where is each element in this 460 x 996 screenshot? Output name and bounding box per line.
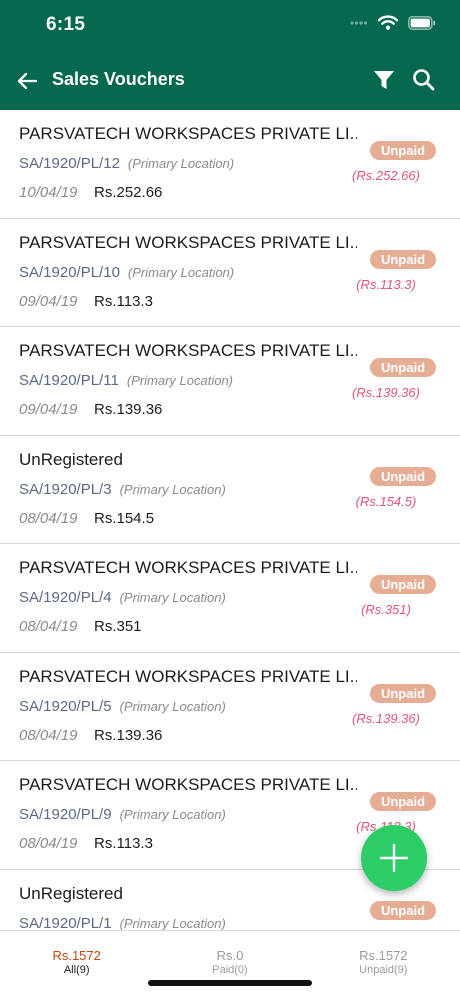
voucher-number-line: SA/1920/PL/12 (Primary Location) xyxy=(19,155,234,172)
voucher-number: SA/1920/PL/11 xyxy=(19,372,119,389)
voucher-amount: Rs.154.5 xyxy=(94,509,155,527)
home-indicator xyxy=(148,980,312,986)
tab-label: All(9) xyxy=(63,964,90,976)
voucher-date: 08/04/19 xyxy=(19,726,78,744)
search-icon xyxy=(413,69,435,91)
voucher-amount: Rs.113.3 xyxy=(94,835,153,852)
tab-label: Unpaid(9) xyxy=(359,964,408,976)
status-badge: Unpaid xyxy=(370,141,436,160)
voucher-number-line: SA/1920/PL/11 (Primary Location) xyxy=(19,372,233,389)
party-name: PARSVATECH WORKSPACES PRIVATE LI... xyxy=(19,666,357,686)
status-badge: Unpaid xyxy=(370,792,436,811)
party-name: PARSVATECH WORKSPACES PRIVATE LI... xyxy=(19,775,357,794)
back-arrow-icon xyxy=(17,72,38,90)
voucher-location: (Primary Location) xyxy=(127,156,235,171)
voucher-date: 10/04/19 xyxy=(19,184,78,201)
wifi-icon xyxy=(377,15,399,35)
voucher-number: SA/1920/PL/1 xyxy=(19,914,112,931)
back-button[interactable] xyxy=(14,67,42,95)
voucher-number: SA/1920/PL/10 xyxy=(19,263,120,281)
cellular-signal-icon xyxy=(350,16,368,34)
due-amount: (Rs.154.5) xyxy=(355,493,417,509)
voucher-number-line: SA/1920/PL/9 (Primary Location) xyxy=(19,806,226,823)
voucher-row[interactable]: PARSVATECH WORKSPACES PRIVATE LI... SA/1… xyxy=(0,544,460,653)
voucher-date: 08/04/19 xyxy=(19,509,78,527)
voucher-number-line: SA/1920/PL/1 (Primary Location) xyxy=(19,915,226,931)
status-icons xyxy=(350,15,436,35)
bottom-tab-bar: Rs.1572 All(9) Rs.0 Paid(0) Rs.1572 Unpa… xyxy=(0,930,460,996)
battery-icon xyxy=(408,15,436,35)
plus-icon xyxy=(379,843,409,873)
voucher-row[interactable]: PARSVATECH WORKSPACES PRIVATE LI... SA/1… xyxy=(0,652,460,761)
voucher-row[interactable]: PARSVATECH WORKSPACES PRIVATE LI... SA/1… xyxy=(0,218,460,327)
voucher-location: (Primary Location) xyxy=(119,698,226,714)
status-time: 6:15 xyxy=(46,14,86,35)
voucher-number: SA/1920/PL/9 xyxy=(19,806,112,823)
voucher-amount: Rs.113.3 xyxy=(94,292,153,310)
voucher-location: (Primary Location) xyxy=(119,807,226,822)
toolbar: Sales Vouchers xyxy=(0,52,460,110)
voucher-number: SA/1920/PL/5 xyxy=(19,697,112,715)
voucher-amount: Rs.252.66 xyxy=(94,184,163,201)
voucher-list[interactable]: PARSVATECH WORKSPACES PRIVATE LI... SA/1… xyxy=(0,110,460,930)
search-button[interactable] xyxy=(410,66,438,94)
due-amount: (Rs.252.66) xyxy=(352,168,420,183)
voucher-date: 08/04/19 xyxy=(19,618,78,635)
party-name: PARSVATECH WORKSPACES PRIVATE LI... xyxy=(19,558,357,577)
voucher-number: SA/1920/PL/4 xyxy=(19,589,112,606)
due-amount: (Rs.139.36) xyxy=(352,385,420,400)
voucher-number: SA/1920/PL/12 xyxy=(19,155,120,172)
status-badge: Unpaid xyxy=(370,358,436,377)
add-voucher-button[interactable] xyxy=(361,825,427,891)
party-name: UnRegistered xyxy=(19,883,123,903)
voucher-row[interactable]: PARSVATECH WORKSPACES PRIVATE LI... SA/1… xyxy=(0,110,460,219)
voucher-amount: Rs.139.36 xyxy=(94,726,163,744)
voucher-location: (Primary Location) xyxy=(119,590,226,605)
tab-label: Paid(0) xyxy=(212,964,248,976)
voucher-row[interactable]: PARSVATECH WORKSPACES PRIVATE LI... SA/1… xyxy=(0,327,460,436)
page-title: Sales Vouchers xyxy=(52,69,185,89)
voucher-row[interactable]: UnRegistered SA/1920/PL/3 (Primary Locati… xyxy=(0,435,460,544)
voucher-number-line: SA/1920/PL/10 (Primary Location) xyxy=(19,264,234,281)
status-badge: Unpaid xyxy=(370,575,436,594)
voucher-number-line: SA/1920/PL/5 (Primary Location) xyxy=(19,698,226,715)
voucher-location: (Primary Location) xyxy=(126,373,234,388)
voucher-number: SA/1920/PL/3 xyxy=(19,480,112,498)
voucher-amount: Rs.139.36 xyxy=(94,401,163,418)
voucher-location: (Primary Location) xyxy=(119,481,226,497)
tab-all[interactable]: Rs.1572 All(9) xyxy=(0,931,153,996)
voucher-number-line: SA/1920/PL/4 (Primary Location) xyxy=(19,589,226,606)
filter-icon xyxy=(374,71,394,89)
status-badge: Unpaid xyxy=(370,900,436,920)
voucher-date: 09/04/19 xyxy=(19,292,78,310)
voucher-amount: Rs.351 xyxy=(94,618,142,635)
status-badge: Unpaid xyxy=(370,466,436,486)
due-amount: (Rs.113.3) xyxy=(356,276,416,292)
party-name: PARSVATECH WORKSPACES PRIVATE LI... xyxy=(19,232,357,252)
voucher-number-line: SA/1920/PL/3 (Primary Location) xyxy=(19,481,226,498)
status-badge: Unpaid xyxy=(370,683,436,703)
party-name: PARSVATECH WORKSPACES PRIVATE LI... xyxy=(19,124,357,143)
app-header: 6:15 Sales Vouchers xyxy=(0,0,460,110)
tab-amount: Rs.1572 xyxy=(52,948,101,963)
voucher-date: 09/04/19 xyxy=(19,401,78,418)
tab-amount: Rs.0 xyxy=(216,948,244,963)
status-badge: Unpaid xyxy=(370,249,436,269)
voucher-location: (Primary Location) xyxy=(127,264,235,280)
party-name: UnRegistered xyxy=(19,449,123,469)
due-amount: (Rs.351) xyxy=(361,602,411,617)
sales-vouchers-screen: 6:15 Sales Vouchers PARSVATECH WORKSPACE… xyxy=(0,0,460,996)
voucher-date: 08/04/19 xyxy=(19,835,78,852)
status-bar: 6:15 xyxy=(0,0,460,52)
tab-paid[interactable]: Rs.0 Paid(0) xyxy=(153,931,306,996)
tab-unpaid[interactable]: Rs.1572 Unpaid(9) xyxy=(307,931,460,996)
due-amount: (Rs.139.36) xyxy=(352,710,420,726)
party-name: PARSVATECH WORKSPACES PRIVATE LI... xyxy=(19,341,357,360)
filter-button[interactable] xyxy=(371,67,397,93)
voucher-location: (Primary Location) xyxy=(119,915,226,931)
tab-amount: Rs.1572 xyxy=(359,948,408,963)
